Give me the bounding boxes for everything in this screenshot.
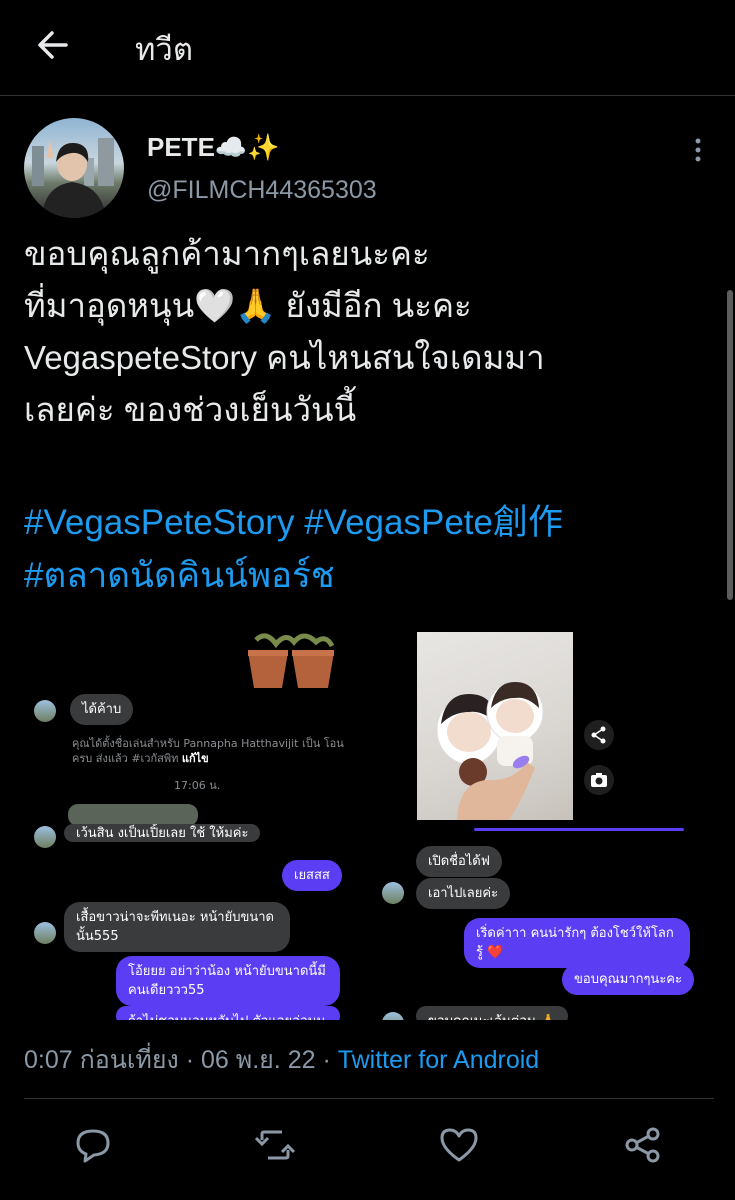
chat-bubble-incoming: เว้นสิน งเป็นเปิ้ยเลย ใช้ ให้มค่ะ (64, 824, 261, 842)
tweet-text: ขอบคุณลูกค้ามากๆเลยนะคะ ที่มาอุดหนุน🤍🙏 ย… (24, 228, 704, 436)
chat-image-thumbnail (68, 804, 198, 826)
meta-separator: · (322, 1046, 331, 1074)
back-arrow-icon[interactable] (30, 22, 76, 68)
tweet-text-line: VegaspeteStory คนไหนสนใจเดมมา (24, 339, 545, 376)
chat-bubble-incoming: ขอบคุณนะเล้นต่อน 🙏 (416, 1006, 569, 1020)
hashtag-link[interactable]: #ตลาดนัดคินน์พอร์ช (24, 556, 335, 595)
chat-bubble-outgoing: ขอบคุณมากๆนะคะ (562, 964, 694, 995)
chat-avatar (382, 1012, 404, 1020)
chat-avatar (382, 882, 404, 904)
avatar[interactable] (24, 118, 124, 218)
hashtag-link[interactable]: #VegasPete創作 (304, 503, 563, 542)
chat-avatar (34, 826, 56, 848)
chat-edit-link: แก้ไข (181, 752, 209, 765)
page-title: ทวีต (135, 32, 193, 67)
tweet-source-link[interactable]: Twitter for Android (338, 1046, 539, 1074)
chat-bubble-outgoing: ถ้าไม่ชอบนอนหลับไป ตัวแลยอ่อนน (116, 1006, 340, 1020)
camera-icon[interactable] (584, 765, 614, 795)
tweet-text-line: ขอบคุณลูกค้ามากๆเลยนะคะ (24, 235, 430, 272)
heart-icon[interactable] (436, 1122, 482, 1168)
chat-timestamp: 17:06 น. (174, 779, 221, 792)
chat-bubble-incoming: เอาไปเลยค่ะ (416, 878, 511, 909)
tweet-text-line: เลยค่ะ ของช่วงเย็นวันนี้ (24, 391, 357, 428)
author-name[interactable]: PETE☁️✨ (147, 132, 280, 163)
tweet-date: 06 พ.ย. 22 (200, 1046, 316, 1074)
chat-system-text: คุณได้ตั้งชื่อเล่นสำหรับ Pannapha Hattha… (72, 736, 344, 766)
more-options-icon[interactable] (688, 136, 708, 164)
reply-icon[interactable] (70, 1122, 116, 1168)
chat-bubble-incoming: เปิดชื่อได้ฟ (416, 846, 502, 877)
tweet-meta: 0:07 ก่อนเที่ยง · 06 พ.ย. 22 · Twitter f… (24, 1040, 539, 1080)
chat-avatar (34, 700, 56, 722)
tweet-media-image[interactable]: ได้ค้าบ คุณได้ตั้งชื่อเล่นสำหรับ Pannaph… (24, 620, 714, 1020)
author-handle[interactable]: @FILMCH44365303 (147, 176, 377, 205)
chat-bubble-outgoing: เริ่ดค่าาา คนน่ารักๆ ต้องโชว์ให้โลกรู้ ❤… (464, 918, 690, 968)
chat-avatar (34, 922, 56, 944)
tweet-text-line: ที่มาอุดหนุน🤍🙏 ยังมีอีก นะคะ (24, 287, 472, 324)
divider (24, 1098, 714, 1099)
chat-bubble-edge (474, 828, 684, 831)
hashtag-link[interactable]: #VegasPeteStory (24, 503, 294, 542)
plant-pots-sticker (248, 633, 335, 688)
chat-bubble-incoming: ได้ค้าบ (70, 694, 134, 725)
meta-separator: · (185, 1046, 195, 1074)
tweet-time: 0:07 ก่อนเที่ยง (24, 1046, 179, 1074)
sticker-photo (417, 632, 573, 820)
chat-bubble-outgoing: เยสสส (282, 860, 342, 891)
share-icon[interactable] (620, 1122, 666, 1168)
scrollbar[interactable] (727, 290, 733, 600)
chat-bubble-outgoing: โอ้ยยย อย่าว่าน้อง หน้ายับขนาดนี้มี คนเด… (116, 956, 340, 1006)
retweet-icon[interactable] (252, 1122, 298, 1168)
share-icon[interactable] (584, 720, 614, 750)
top-bar: ทวีต (0, 0, 735, 96)
chat-bubble-incoming: เสื้อขาวน่าจะพีทเนอะ หน้ายับขนาดนั้น555 (64, 902, 290, 952)
hashtags: #VegasPeteStory #VegasPete創作 #ตลาดนัดคิน… (24, 496, 714, 602)
